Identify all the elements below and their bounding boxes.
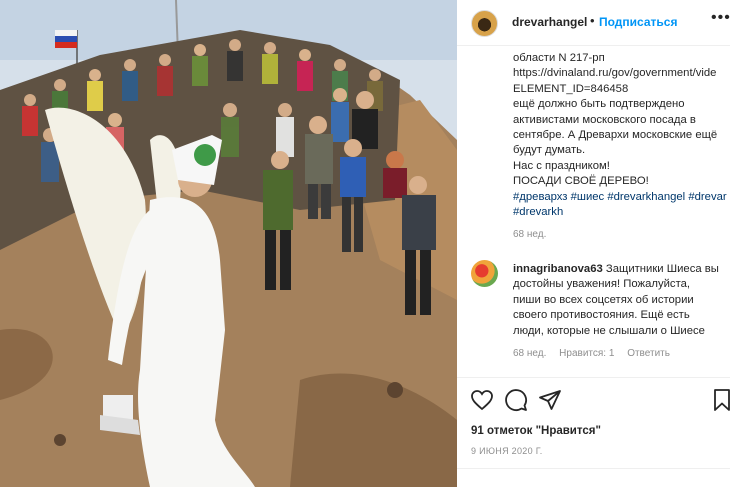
- comment-avatar[interactable]: [471, 260, 498, 287]
- username-link[interactable]: drevarhangel: [512, 15, 587, 29]
- comment-time[interactable]: 68 нед.: [513, 348, 546, 359]
- footer-divider: [457, 468, 730, 469]
- share-icon[interactable]: [538, 388, 562, 412]
- hashtag-links[interactable]: #древархз #шиес #drevarkhangel #drevar: [513, 190, 730, 205]
- likes-count[interactable]: 91 отметок "Нравится": [471, 425, 601, 437]
- comment: innagribanova63 Защитники Шиеса вы досто…: [513, 262, 728, 339]
- comment-text: люди, которые не слышали о Шиесе: [513, 324, 705, 337]
- comment-icon[interactable]: [504, 388, 528, 412]
- comment-text: пиши во всех соцсетях об истории: [513, 293, 694, 306]
- post-side-panel: drevarhangel • Подписаться ••• области N…: [457, 0, 730, 487]
- comment-username[interactable]: innagribanova63: [513, 263, 603, 275]
- avatar[interactable]: [471, 10, 498, 37]
- caption-line: активистами московского посада в: [513, 113, 696, 126]
- hashtag-links[interactable]: #drevarkh: [513, 205, 730, 220]
- heart-icon[interactable]: [470, 388, 494, 412]
- caption-line: Нас с праздником!: [513, 159, 610, 172]
- post-header: drevarhangel • Подписаться •••: [457, 0, 730, 46]
- post-date[interactable]: 9 ИЮНЯ 2020 Г.: [471, 446, 543, 456]
- more-options-icon[interactable]: •••: [711, 9, 730, 27]
- reply-button[interactable]: Ответить: [627, 348, 670, 359]
- post-caption: области N 217-рп https://dvinaland.ru/go…: [513, 51, 730, 220]
- caption-line: будут думать.: [513, 144, 586, 157]
- caption-link[interactable]: https://dvinaland.ru/gov/government/vide: [513, 66, 730, 81]
- post-photo[interactable]: [0, 0, 457, 487]
- caption-line: ПОСАДИ СВОЁ ДЕРЕВО!: [513, 175, 649, 188]
- comment-meta: 68 нед. Нравится: 1 Ответить: [513, 348, 680, 359]
- actions-divider: [457, 377, 730, 378]
- comment-text: своего противостояния. Ещё есть: [513, 309, 690, 322]
- photo-scene: [0, 0, 457, 487]
- comment-text: Защитники Шиеса вы: [602, 263, 719, 275]
- caption-link[interactable]: ELEMENT_ID=846458: [513, 82, 730, 97]
- caption-line: ещё должно быть подтверждено: [513, 98, 685, 111]
- follow-button[interactable]: Подписаться: [599, 15, 677, 29]
- caption-time[interactable]: 68 нед.: [513, 229, 546, 240]
- comment-text: достойны уважения! Пожалуйста,: [513, 278, 691, 291]
- separator-dot: •: [590, 13, 595, 28]
- bookmark-icon[interactable]: [710, 388, 730, 412]
- caption-line: области N 217-рп: [513, 52, 605, 64]
- caption-line: сентябре. А Древархи московские ещё: [513, 129, 718, 142]
- comment-likes[interactable]: Нравится: 1: [559, 348, 614, 359]
